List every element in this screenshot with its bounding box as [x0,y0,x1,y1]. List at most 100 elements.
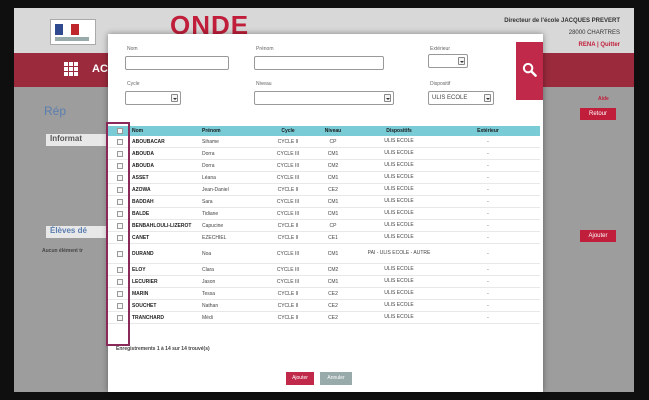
table-row[interactable]: ABOUDA Dorra CYCLE III CM1 ULIS ECOLE - [108,148,540,160]
cell-nom: ABOUDA [132,150,154,157]
cell-dispositifs: ULIS ECOLE [384,222,414,228]
school-city-label: 28000 CHARTRES [568,30,620,36]
nav-label[interactable]: AC [92,63,108,75]
cell-exterieur: - [487,210,489,217]
cell-nom: ELOY [132,266,146,273]
cell-niveau: CM1 [327,250,339,257]
table-row[interactable]: CANET EZECHIEL CYCLE II CE1 ULIS ECOLE - [108,232,540,244]
add-student-button[interactable]: Ajouter [580,230,616,242]
table-row[interactable]: BADDAH Sara CYCLE III CM1 ULIS ECOLE - [108,196,540,208]
niveau-select[interactable] [254,91,394,105]
cell-prenom: Tessa [202,290,216,297]
cell-nom: ABOUDA [132,162,154,169]
school-director-label: Directeur de l'école JACQUES PREVERT [504,18,620,24]
table-row[interactable]: TRANCHARD Médi CYCLE II CE2 ULIS ECOLE - [108,312,540,324]
cell-dispositifs: ULIS ECOLE [384,186,414,192]
table-row[interactable]: SOUCHET Nathan CYCLE II CE2 ULIS ECOLE - [108,300,540,312]
niveau-label: Niveau [256,81,272,87]
table-row[interactable]: BALDE Tidiane CYCLE III CM1 ULIS ECOLE - [108,208,540,220]
cell-cycle: CYCLE III [276,266,300,273]
cell-niveau: CE2 [328,302,338,309]
cell-dispositifs: ULIS ECOLE [384,234,414,240]
cell-nom: ABOUBACAR [132,138,165,145]
chevron-down-icon [458,57,465,65]
cell-prenom: Léana [202,174,216,181]
cell-cycle: CYCLE II [277,290,299,297]
col-niveau[interactable]: Niveau [314,126,352,136]
cell-prenom: Sara [202,198,213,205]
back-button[interactable]: Retour [580,108,616,120]
prenom-label: Prénom [256,46,274,52]
col-cycle[interactable]: Cycle [266,126,310,136]
cell-nom: BADDAH [132,198,154,205]
chevron-down-icon [171,94,178,102]
cell-exterieur: - [487,278,489,285]
add-button[interactable]: Ajouter [286,372,314,385]
table-row[interactable]: DURAND Noa CYCLE III CM1 PAI - ULIS ECOLE - … [108,244,540,264]
col-prenom[interactable]: Prénom [202,126,221,136]
cell-exterieur: - [487,150,489,157]
cell-dispositifs: ULIS ECOLE [384,290,414,296]
cell-niveau: CM1 [327,174,339,181]
cell-cycle: CYCLE III [276,162,300,169]
table-row[interactable]: ELOY Clara CYCLE III CM2 ULIS ECOLE - [108,264,540,276]
cell-nom: LECURIER [132,278,158,285]
records-count: Enregistrements 1 à 14 sur 14 trouvé(s) [116,346,210,352]
table-row[interactable]: MARIN Tessa CYCLE II CE2 ULIS ECOLE - [108,288,540,300]
help-link[interactable]: Aide [598,96,609,102]
table-header: Nom Prénom Cycle Niveau Dispositifs Exté… [108,126,540,136]
table-row[interactable]: BENBAHLOULI-LIZEROT Capucine CYCLE II CP ULI… [108,220,540,232]
dispositif-select-value: ULIS ECOLE [432,95,468,101]
table-row[interactable]: LECURIER Jason CYCLE III CM1 ULIS ECOLE - [108,276,540,288]
search-icon [522,62,537,77]
exterieur-label: Extérieur [430,46,451,52]
cell-niveau: CM1 [327,198,339,205]
prenom-input[interactable] [254,56,384,70]
cell-exterieur: - [487,162,489,169]
nom-input[interactable] [125,56,229,70]
cell-dispositifs: ULIS ECOLE [384,150,414,156]
cell-exterieur: - [487,302,489,309]
cell-niveau: CM2 [327,266,339,273]
dispositif-label: Dispositif [430,81,451,87]
cancel-button[interactable]: Annuler [320,372,352,385]
col-nom[interactable]: Nom [132,126,143,136]
table-row[interactable]: AZOWA Jean-Daniel CYCLE II CE2 ULIS ECOLE - [108,184,540,196]
cycle-select[interactable] [125,91,181,105]
cell-nom: ASSET [132,174,149,181]
cell-niveau: CM1 [327,210,339,217]
cell-niveau: CE2 [328,290,338,297]
cell-exterieur: - [487,314,489,321]
table-row[interactable]: ABOUDA Dorra CYCLE III CM2 ULIS ECOLE - [108,160,540,172]
cell-cycle: CYCLE II [277,222,299,229]
cell-prenom: Dorra [202,150,215,157]
cell-niveau: CM1 [327,278,339,285]
dispositif-select[interactable]: ULIS ECOLE [428,91,494,105]
search-button[interactable] [516,42,543,100]
nom-label: Nom [127,46,138,52]
exterieur-select[interactable] [428,54,468,68]
cell-prenom: Nathan [202,302,219,309]
cell-dispositifs: ULIS ECOLE [384,162,414,168]
cell-nom: AZOWA [132,186,151,193]
cycle-label: Cycle [127,81,140,87]
cell-exterieur: - [487,290,489,297]
cell-cycle: CYCLE II [277,186,299,193]
students-table: Nom Prénom Cycle Niveau Dispositifs Exté… [106,122,540,360]
user-links[interactable]: RENA | Quitter [579,42,620,48]
cell-prenom: EZECHIEL [202,234,227,241]
cell-nom: TRANCHARD [132,314,164,321]
cell-exterieur: - [487,266,489,273]
table-row[interactable]: ABOUBACAR Sihame CYCLE II CP ULIS ECOLE - [108,136,540,148]
cell-dispositifs: ULIS ECOLE [384,266,414,272]
table-body: ABOUBACAR Sihame CYCLE II CP ULIS ECOLE - ABOU… [108,136,540,324]
col-dispositifs[interactable]: Dispositifs [358,126,440,136]
col-exterieur[interactable]: Extérieur [448,126,528,136]
cell-nom: DURAND [132,250,154,257]
cell-cycle: CYCLE III [276,250,300,257]
cell-prenom: Jean-Daniel [202,186,229,193]
apps-grid-icon[interactable] [64,62,78,76]
cell-cycle: CYCLE III [276,278,300,285]
table-row[interactable]: ASSET Léana CYCLE III CM1 ULIS ECOLE - [108,172,540,184]
cell-cycle: CYCLE II [277,314,299,321]
